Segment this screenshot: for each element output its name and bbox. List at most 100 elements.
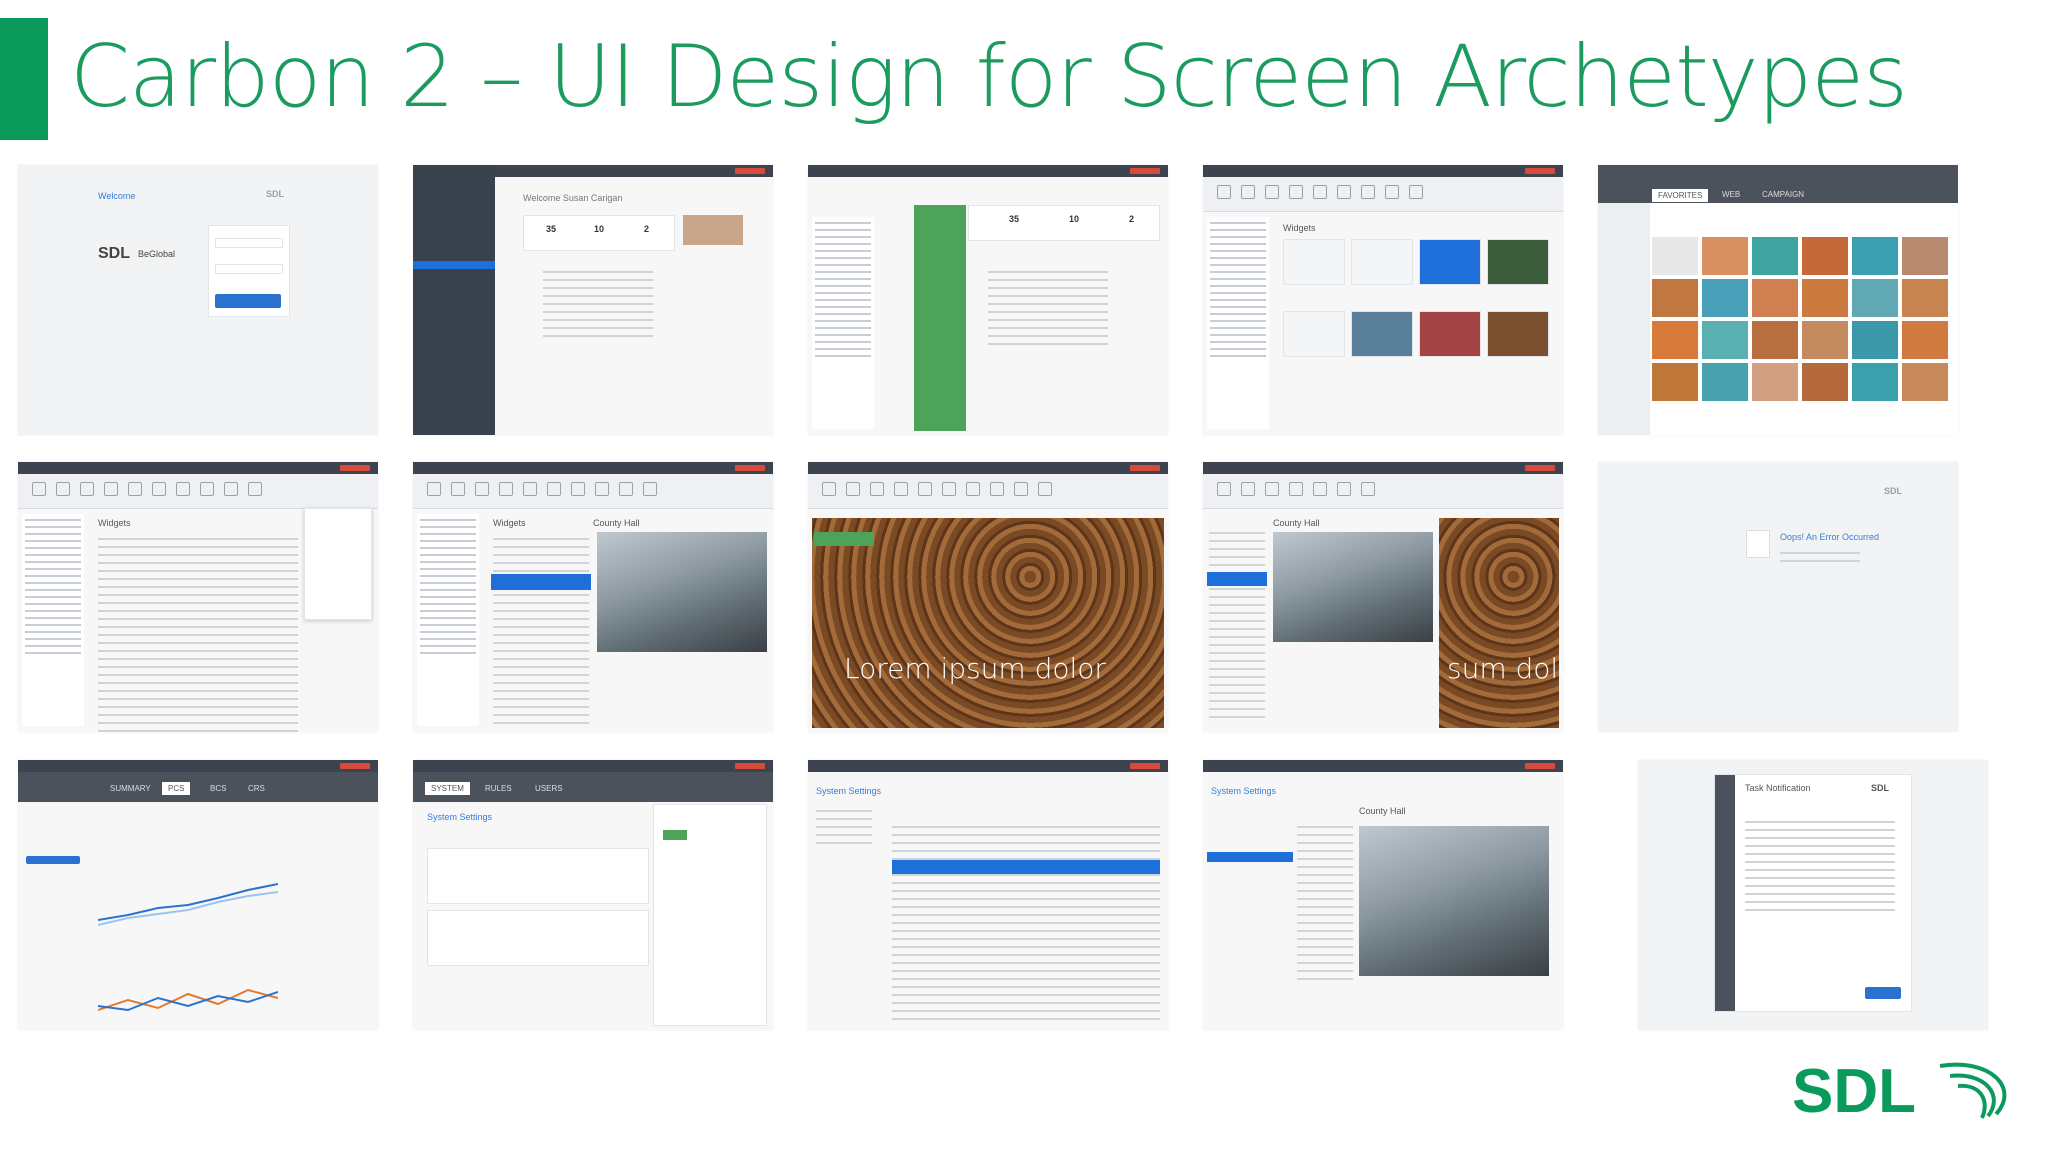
site-logo-badge — [814, 532, 874, 546]
analytics-sidebar-button[interactable] — [26, 856, 80, 864]
settings-list-title: System Settings — [816, 786, 882, 796]
thumbnail-list-menu: Widgets — [18, 462, 378, 732]
rules-tab-rules[interactable]: RULES — [485, 784, 512, 793]
agents-panel — [427, 848, 649, 904]
accent-bar — [0, 18, 48, 140]
list-preview-selected-row[interactable] — [491, 574, 591, 590]
widget-tile-2[interactable] — [1351, 239, 1413, 285]
thumbnail-system-settings-rules: SYSTEM RULES USERS System Settings — [413, 760, 773, 1030]
green-stats: 35 10 2 — [968, 205, 1160, 241]
split-wood-photo — [1439, 518, 1559, 728]
analytics-tab-crs[interactable]: CRS — [248, 784, 265, 793]
sidebar-selected-item — [413, 261, 495, 269]
list-preview-tree — [417, 514, 479, 726]
analytics-topbar — [18, 760, 378, 772]
split-hero-text: sum dolc — [1447, 652, 1563, 685]
rules-page-title: System Settings — [427, 812, 493, 822]
widget-tile-1[interactable] — [1283, 239, 1345, 285]
green-topbar — [808, 165, 1168, 177]
login-brand: SDL — [98, 245, 130, 262]
split-pane-title: County Hall — [1273, 518, 1320, 528]
sdl-logo-swirl — [1939, 1062, 2007, 1119]
list-menu-ribbon — [18, 474, 378, 509]
hero-text: Lorem ipsum dolor — [844, 652, 1106, 685]
website-ribbon — [808, 474, 1168, 509]
settings-preview-pane-title: County Hall — [1359, 806, 1406, 816]
gallery-grid — [1652, 237, 1948, 401]
sdl-logo-text: SDL — [1792, 1058, 1916, 1122]
website-topbar — [808, 462, 1168, 474]
widget-tile-8[interactable] — [1487, 311, 1549, 357]
list-menu-tree — [22, 514, 84, 726]
split-selected-row[interactable] — [1207, 572, 1267, 586]
settings-preview-photo — [1359, 826, 1549, 976]
thumbnail-split-preview: County Hall sum dolc — [1203, 462, 1563, 732]
login-brand-sub: BeGlobal — [138, 249, 176, 259]
analytics-header — [18, 772, 378, 802]
split-topbar — [1203, 462, 1563, 474]
widgets-header: Widgets — [1283, 223, 1316, 233]
city-photo — [597, 532, 767, 652]
gallery-tab-web[interactable]: WEB — [1722, 190, 1740, 199]
split-city-photo — [1273, 532, 1433, 642]
error-icon — [1746, 530, 1770, 558]
slide-title: Carbon 2 – UI Design for Screen Archetyp… — [70, 27, 1908, 127]
widget-tile-6[interactable] — [1351, 311, 1413, 357]
rules-tab-users[interactable]: USERS — [535, 784, 563, 793]
list-preview-header: Widgets — [493, 518, 526, 528]
widget-tile-5[interactable] — [1283, 311, 1345, 357]
notification-card: Task Notification SDL — [1714, 774, 1912, 1012]
thumbnail-website-preview: Lorem ipsum dolor — [808, 462, 1168, 732]
settings-list-selected-row[interactable] — [892, 860, 1160, 874]
engines-panel — [427, 910, 649, 966]
settings-preview-title: System Settings — [1211, 786, 1277, 796]
settings-preview-selected-group[interactable] — [1207, 852, 1293, 862]
widget-tile-7[interactable] — [1419, 311, 1481, 357]
login-button[interactable] — [215, 294, 281, 308]
analytics-tab-summary[interactable]: SUMMARY — [110, 784, 151, 793]
analytics-tab-bcs[interactable]: BCS — [210, 784, 226, 793]
error-logo: SDL — [1884, 486, 1902, 496]
thumbnail-image-gallery: FAVORITES WEB CAMPAIGN — [1598, 165, 1958, 435]
analytics-tab-pcs[interactable]: PCS — [162, 782, 191, 795]
dashboard-stats: 35 10 2 — [523, 215, 675, 251]
settings-preview-rows — [1297, 820, 1353, 986]
green-feed — [988, 265, 1108, 351]
dashboard-topbar — [495, 165, 773, 177]
green-tree — [812, 217, 874, 429]
list-menu-topbar — [18, 462, 378, 474]
widget-tile-4[interactable] — [1487, 239, 1549, 285]
password-field[interactable] — [215, 264, 283, 274]
list-preview-topbar — [413, 462, 773, 474]
gallery-tab-favorites[interactable]: FAVORITES — [1652, 189, 1709, 202]
competitive-chart — [98, 988, 278, 1012]
settings-list-topbar — [808, 760, 1168, 772]
wood-background — [812, 518, 1164, 728]
split-ribbon — [1203, 474, 1563, 509]
notification-icon — [1715, 775, 1735, 1011]
widgets-ribbon — [1203, 177, 1563, 212]
rules-topbar — [413, 760, 773, 772]
green-panel — [914, 205, 966, 431]
widget-tile-3-selected[interactable] — [1419, 239, 1481, 285]
widgets-topbar — [1203, 165, 1563, 177]
login-welcome: Welcome — [98, 191, 136, 201]
gallery-tab-campaign[interactable]: CAMPAIGN — [1762, 190, 1804, 199]
context-menu[interactable] — [304, 508, 372, 620]
rules-tab-system[interactable]: SYSTEM — [425, 782, 470, 795]
thumbnail-list-preview: Widgets County Hall — [413, 462, 773, 732]
list-preview-rows — [493, 532, 589, 730]
thumbnail-dashboard-green: 35 10 2 — [808, 165, 1168, 435]
thumbnail-login: Welcome SDL SDL BeGlobal — [18, 165, 378, 435]
dashboard-welcome: Welcome Susan Carigan — [523, 193, 623, 203]
widgets-tree — [1207, 217, 1269, 429]
notification-start-button[interactable] — [1865, 987, 1901, 999]
username-field[interactable] — [215, 238, 283, 248]
sdl-logo: SDL — [1792, 1058, 2007, 1122]
thumbnail-system-settings-preview: System Settings County Hall — [1203, 760, 1563, 1030]
green-stat-3: 2 — [1129, 214, 1135, 224]
notification-body — [1745, 815, 1895, 917]
error-details — [1780, 546, 1860, 568]
list-menu-rows — [98, 532, 298, 732]
stat-updates: 35 — [546, 224, 557, 234]
